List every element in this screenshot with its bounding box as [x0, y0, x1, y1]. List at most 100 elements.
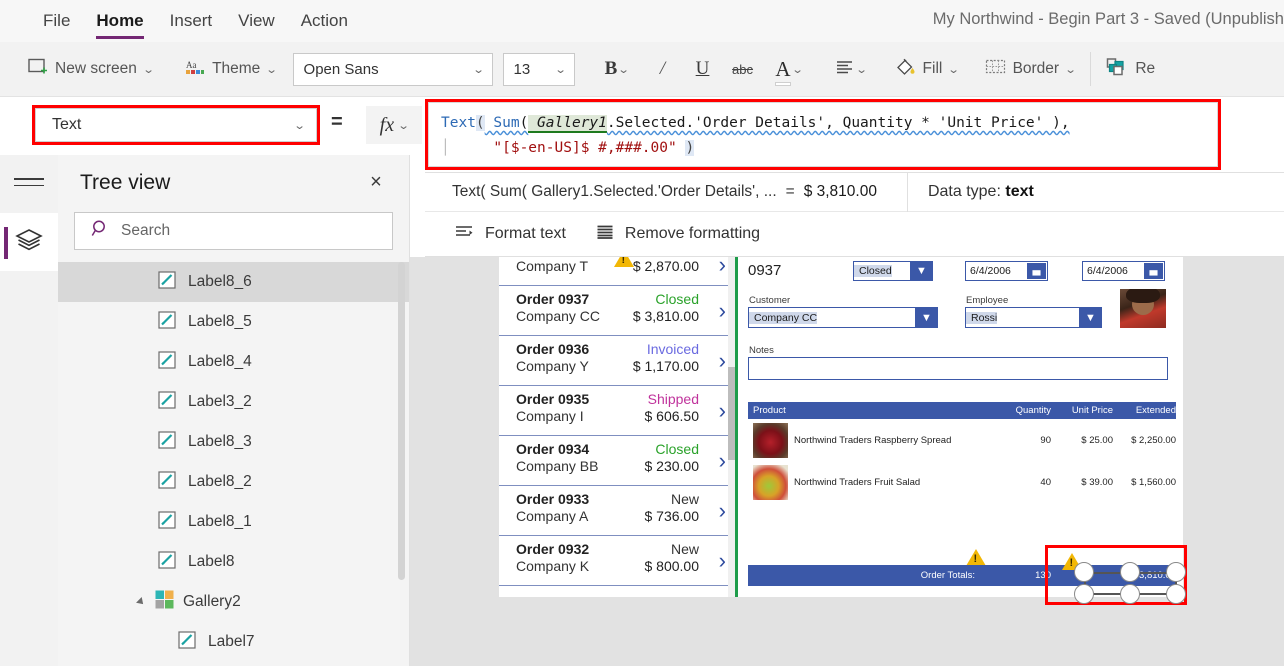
tree-view-title: Tree view	[80, 170, 171, 194]
gallery-company: Company Y	[516, 358, 589, 374]
menu-items: File Home Insert View Action	[0, 0, 361, 42]
chevron-right-icon[interactable]: ›	[719, 298, 726, 324]
menu-item-action[interactable]: Action	[288, 0, 361, 42]
order-totals-label: Order Totals:	[920, 570, 975, 581]
menu-item-insert[interactable]: Insert	[157, 0, 226, 42]
tree-item-gallery2[interactable]: Gallery2	[58, 582, 409, 622]
chevron-right-icon[interactable]: ›	[719, 398, 726, 424]
gallery-row[interactable]: Order 0936 Invoiced Company Y $ 1,170.00…	[499, 336, 735, 386]
fill-button[interactable]: Fill ⌄	[885, 50, 969, 88]
formula-input[interactable]: Text( Sum( Gallery1.Selected.'Order Deta…	[428, 102, 1218, 167]
hamburger-menu-icon[interactable]	[14, 167, 44, 197]
font-color-button[interactable]: A ⌄	[763, 50, 815, 88]
font-name-value: Open Sans	[303, 60, 379, 78]
label-icon	[158, 510, 176, 534]
chevron-down-icon: ▼	[1079, 307, 1102, 328]
border-button[interactable]: Border ⌄	[975, 50, 1086, 88]
gallery-company: Company CC	[516, 308, 601, 324]
product-name: Northwind Traders Raspberry Spread	[794, 434, 952, 446]
tree-item-label: Label8_4	[188, 353, 252, 370]
resize-handle-top-right[interactable]	[1166, 562, 1186, 582]
gallery-scrollbar[interactable]	[728, 257, 735, 597]
menu-item-home[interactable]: Home	[83, 0, 156, 42]
new-screen-button[interactable]: New screen ⌄	[18, 50, 163, 88]
resize-handle-bottom-right[interactable]	[1166, 584, 1186, 604]
tree-item-list: Label8_6 Label8_5 Label8_4 Label3_2 Labe…	[58, 262, 409, 652]
theme-button[interactable]: Aa Theme ⌄	[175, 50, 286, 88]
tree-item-label7[interactable]: Label7	[58, 622, 409, 652]
tree-item-label8-1[interactable]: Label8_1	[58, 502, 409, 542]
tree-item-label8[interactable]: Label8	[58, 542, 409, 582]
tree-item-label8-2[interactable]: Label8_2	[58, 462, 409, 502]
reorder-button[interactable]: Re	[1096, 50, 1165, 88]
font-name-select[interactable]: Open Sans ⌄	[292, 52, 493, 86]
underline-button[interactable]: U	[683, 50, 723, 88]
formula-token-sum: Sum	[484, 115, 520, 131]
tree-scrollbar[interactable]	[398, 262, 405, 580]
new-screen-label: New screen	[55, 60, 137, 77]
employee-dropdown[interactable]: Rossi ▼	[965, 307, 1102, 328]
order-gallery[interactable]: Company T $ 2,870.00 › Order 0937 Closed…	[499, 257, 735, 597]
align-button[interactable]: ⌄	[825, 50, 877, 88]
gallery-status: Invoiced	[646, 341, 699, 357]
strikethrough-button[interactable]: abc	[723, 50, 763, 88]
order-date-input[interactable]: 6/4/2006	[965, 261, 1048, 281]
resize-handle-bottom-center[interactable]	[1120, 584, 1140, 604]
gallery-row[interactable]: Order 0935 Shipped Company I $ 606.50 ›	[499, 386, 735, 436]
unit-price-cell: $ 39.00	[1081, 476, 1113, 488]
theme-icon: Aa	[185, 58, 205, 81]
remove-formatting-button[interactable]: Remove formatting	[596, 224, 760, 245]
gallery-status: New	[670, 541, 699, 557]
formula-token-rest: .Selected.'Order Details', Quantity * 'U…	[606, 115, 1070, 131]
gallery-order-number: Order 0935	[516, 391, 590, 407]
result-expression: Text( Sum( Gallery1.Selected.'Order Deta…	[452, 183, 777, 200]
tree-item-label3-2[interactable]: Label3_2	[58, 382, 409, 422]
gallery-row[interactable]: Order 0937 Closed Company CC $ 3,810.00 …	[499, 286, 735, 336]
customer-dropdown[interactable]: Company CC ▼	[748, 307, 938, 328]
gallery-amount: $ 606.50	[644, 408, 700, 424]
chevron-right-icon[interactable]: ›	[719, 348, 726, 374]
gallery-row[interactable]: Order 0933 New Company A $ 736.00 ›	[499, 486, 735, 536]
label-icon	[178, 630, 196, 653]
gallery-company: Company T	[516, 258, 589, 274]
resize-handle-top-left[interactable]	[1074, 562, 1094, 582]
italic-button[interactable]: /	[643, 50, 683, 88]
search-icon	[91, 219, 110, 243]
close-icon[interactable]: ×	[361, 167, 391, 197]
format-text-icon	[455, 224, 474, 245]
gallery-row[interactable]: Order 0934 Closed Company BB $ 230.00 ›	[499, 436, 735, 486]
chevron-right-icon[interactable]: ›	[719, 498, 726, 524]
resize-handle-top-center[interactable]	[1120, 562, 1140, 582]
font-size-select[interactable]: 13 ⌄	[502, 52, 575, 86]
tree-item-label8-6[interactable]: Label8_6	[58, 262, 409, 302]
tree-item-label8-5[interactable]: Label8_5	[58, 302, 409, 342]
tree-item-label8-4[interactable]: Label8_4	[58, 342, 409, 382]
search-input[interactable]: Search	[74, 212, 393, 250]
bold-button[interactable]: B ⌄	[591, 50, 643, 88]
expand-collapse-icon[interactable]	[136, 597, 146, 607]
gallery-row[interactable]: Order 0932 New Company K $ 800.00 ›	[499, 536, 735, 586]
chevron-right-icon[interactable]: ›	[719, 548, 726, 574]
property-select[interactable]: Text ⌄	[35, 108, 317, 142]
table-row[interactable]: Northwind Traders Fruit Salad 40 $ 39.00…	[748, 461, 1176, 503]
resize-handle-bottom-left[interactable]	[1074, 584, 1094, 604]
tree-item-label8-3[interactable]: Label8_3	[58, 422, 409, 462]
border-icon	[985, 58, 1006, 80]
chevron-down-icon: ⌄	[947, 63, 961, 76]
format-text-button[interactable]: Format text	[455, 224, 566, 245]
table-row[interactable]: Northwind Traders Raspberry Spread 90 $ …	[748, 419, 1176, 461]
fx-button[interactable]: fx ⌄	[366, 106, 422, 144]
gallery-row-line2: Company T $ 2,870.00	[516, 258, 699, 274]
menu-item-view[interactable]: View	[225, 0, 288, 42]
status-dropdown[interactable]: Closed ▼	[853, 261, 933, 281]
gallery-status: Shipped	[647, 391, 699, 407]
menu-item-file[interactable]: File	[30, 0, 83, 42]
required-date-input[interactable]: 6/4/2006	[1082, 261, 1165, 281]
chevron-right-icon[interactable]: ›	[719, 257, 726, 278]
chevron-right-icon[interactable]: ›	[719, 448, 726, 474]
gallery-row-line1: Order 0937 Closed	[516, 291, 699, 307]
chevron-down-icon: ▼	[910, 261, 933, 281]
gallery-row[interactable]: Company T $ 2,870.00 ›	[499, 257, 735, 286]
notes-input[interactable]	[748, 357, 1168, 380]
rail-tab-tree-view[interactable]	[0, 213, 58, 271]
